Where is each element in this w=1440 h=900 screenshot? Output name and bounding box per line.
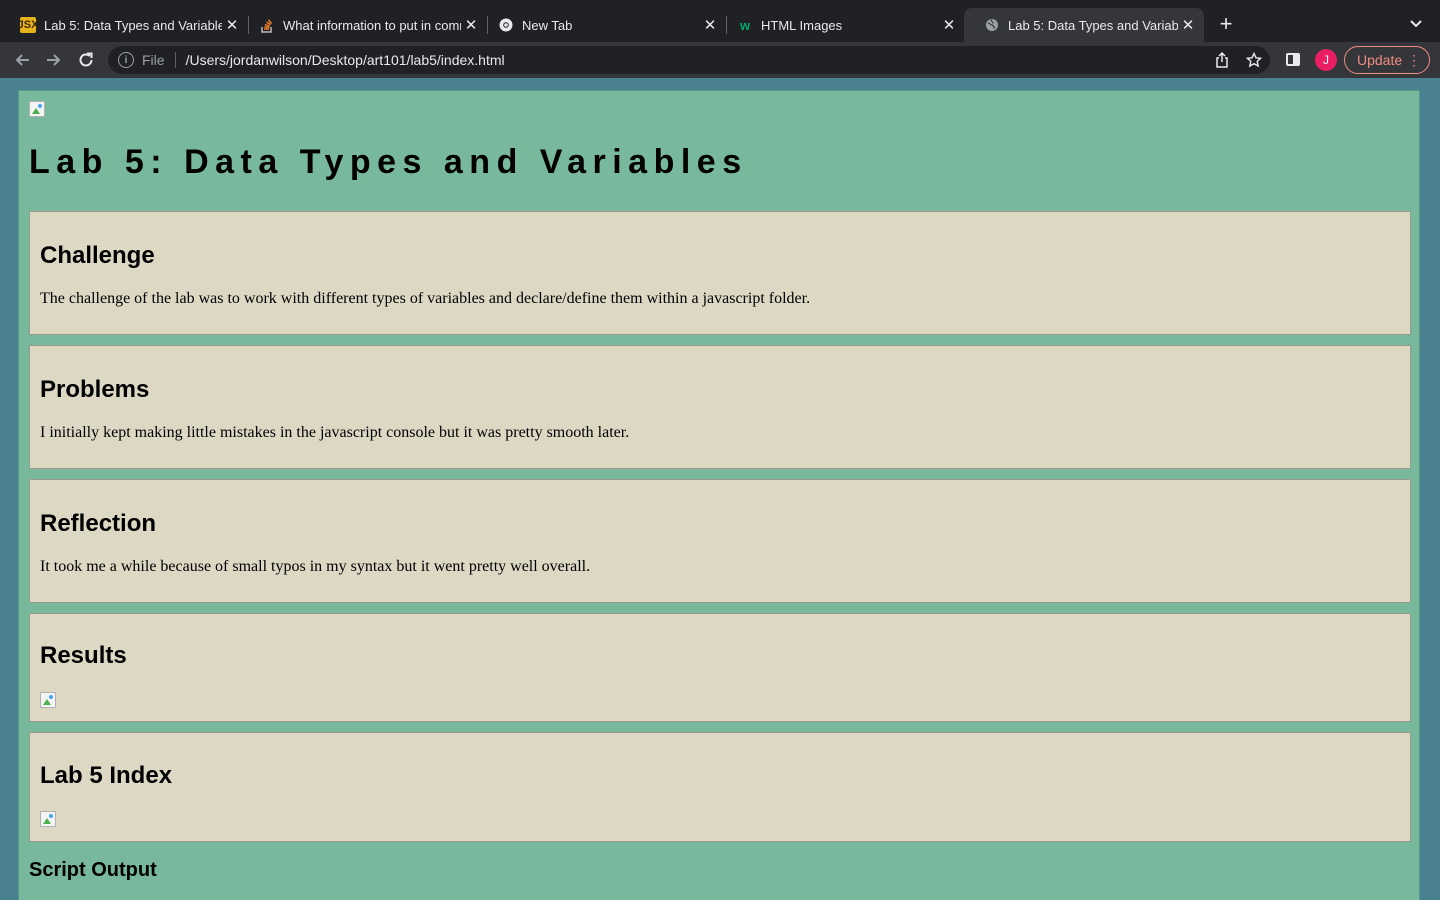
forward-button[interactable] — [42, 48, 66, 72]
reload-icon — [79, 52, 93, 67]
script-output-heading: Script Output — [29, 859, 157, 881]
more-menu-icon[interactable]: ⋮ — [1407, 52, 1421, 69]
tab-title: Lab 5: Data Types and Variables — [1008, 17, 1178, 33]
reload-button[interactable] — [74, 48, 98, 72]
update-button[interactable]: Update ⋮ — [1344, 46, 1430, 74]
w3schools-icon: w — [739, 17, 751, 33]
browser-toolbar: i File /Users/jordanwilson/Desktop/art10… — [0, 42, 1440, 78]
profile-avatar[interactable]: J — [1315, 49, 1337, 71]
page-title: Lab 5: Data Types and Variables — [29, 143, 748, 181]
section-heading: Results — [40, 642, 127, 669]
url-text[interactable]: /Users/jordanwilson/Desktop/art101/lab5/… — [186, 52, 505, 68]
back-arrow-icon — [15, 54, 29, 66]
jsx-icon: JSX — [17, 17, 39, 33]
tab-title: What information to put in comments — [283, 17, 461, 33]
close-icon[interactable]: ✕ — [1178, 15, 1198, 35]
globe-icon — [984, 17, 1000, 33]
new-tab-button[interactable]: + — [1214, 11, 1238, 36]
section-heading: Lab 5 Index — [40, 762, 173, 789]
tab-search-chevron-icon[interactable] — [1406, 14, 1426, 34]
forward-arrow-icon — [47, 54, 61, 66]
results-image-broken — [40, 692, 56, 708]
section-challenge: Challenge The challenge of the lab was t… — [29, 211, 1411, 335]
section-results: Results — [29, 613, 1411, 722]
tab-title: New Tab — [522, 17, 573, 33]
stackoverflow-icon — [259, 17, 275, 33]
section-heading: Problems — [40, 376, 150, 403]
section-body: I initially kept making little mistakes … — [40, 424, 630, 441]
page-viewport: Lab 5: Data Types and Variables Challeng… — [0, 78, 1440, 900]
bookmark-star-icon[interactable] — [1246, 52, 1262, 68]
section-heading: Challenge — [40, 242, 155, 269]
tab-lab5-active[interactable]: Lab 5: Data Types and Variables ✕ — [964, 8, 1204, 42]
address-bar[interactable]: i File /Users/jordanwilson/Desktop/art10… — [108, 46, 1270, 74]
back-button[interactable] — [10, 48, 34, 72]
section-problems: Problems I initially kept making little … — [29, 345, 1411, 469]
chrome-icon — [498, 17, 514, 33]
section-heading: Reflection — [40, 510, 157, 537]
tab-html-images[interactable]: w HTML Images ✕ — [717, 8, 965, 42]
tab-bar: JSX Lab 5: Data Types and Variables ✕ Wh… — [0, 0, 1440, 42]
tab-comments[interactable]: What information to put in comments ✕ — [239, 8, 487, 42]
close-icon[interactable]: ✕ — [939, 15, 959, 35]
scheme-label: File — [142, 52, 165, 68]
header-image-broken — [29, 101, 45, 117]
page-container: Lab 5: Data Types and Variables Challeng… — [18, 90, 1420, 900]
side-panel-icon[interactable] — [1286, 53, 1300, 66]
tab-new-tab[interactable]: New Tab ✕ — [478, 8, 726, 42]
tab-title: HTML Images — [761, 17, 843, 33]
info-icon[interactable]: i — [118, 52, 134, 68]
update-label: Update — [1357, 52, 1403, 68]
section-lab5-index: Lab 5 Index — [29, 732, 1411, 842]
index-image-broken — [40, 811, 56, 827]
share-icon[interactable] — [1214, 52, 1230, 68]
section-body: The challenge of the lab was to work wit… — [40, 290, 811, 307]
section-body: It took me a while because of small typo… — [40, 558, 591, 575]
tab-title: Lab 5: Data Types and Variables — [44, 17, 222, 33]
section-reflection: Reflection It took me a while because of… — [29, 479, 1411, 603]
tab-lab5-first[interactable]: JSX Lab 5: Data Types and Variables ✕ — [0, 8, 248, 42]
